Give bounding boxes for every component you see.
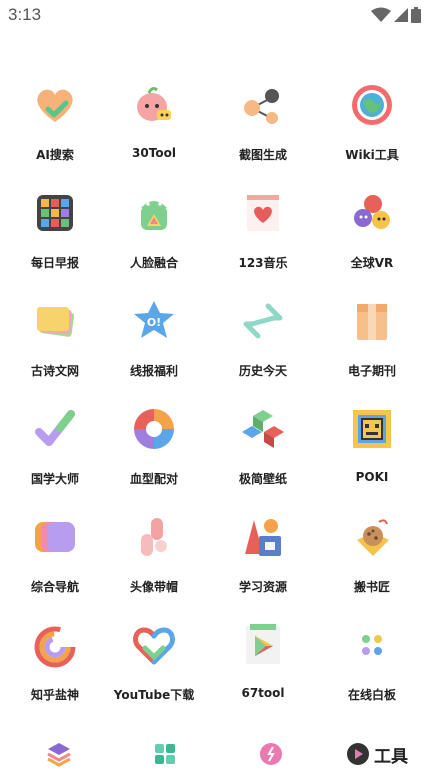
tool-label: 血型配对	[129, 472, 178, 486]
game-face-icon	[349, 406, 395, 452]
pink-blocks-icon	[131, 514, 177, 560]
tool-label: POKI	[355, 470, 389, 484]
status-time: 3:13	[8, 5, 42, 24]
tool-learning[interactable]: 学习资源	[208, 504, 318, 612]
puzzle-icon	[155, 744, 175, 764]
heart-check-icon	[32, 82, 78, 128]
tool-wallpaper[interactable]: 极简壁纸	[208, 396, 318, 504]
android-robot-icon	[131, 190, 177, 236]
play-store-icon	[240, 622, 286, 668]
tool-deals[interactable]: O! 线报福利	[99, 288, 209, 396]
tool-daily-news[interactable]: 每日早报	[0, 180, 110, 288]
tool-label: 67tool	[241, 686, 285, 700]
wifi-icon	[371, 7, 391, 22]
tool-label: 学习资源	[238, 580, 287, 594]
tool-label: 搬书匠	[353, 580, 390, 594]
tool-label: YouTube下载	[113, 688, 195, 702]
heart-card-icon	[240, 190, 286, 236]
gradient-cards-icon	[32, 514, 78, 560]
tool-label: 极简壁纸	[238, 472, 287, 486]
tool-label: 每日早报	[30, 256, 79, 270]
tool-face-merge[interactable]: 人脸融合	[99, 180, 209, 288]
tool-blood-match[interactable]: 血型配对	[99, 396, 209, 504]
tool-youtube-download[interactable]: YouTube下载	[99, 612, 209, 720]
tool-history-today[interactable]: 历史今天	[208, 288, 318, 396]
tool-label: 在线白板	[347, 688, 396, 702]
cute-balls-icon	[349, 190, 395, 236]
tool-label: 30Tool	[132, 146, 176, 160]
checkmark-icon	[32, 406, 78, 452]
tool-screenshot[interactable]: 截图生成	[208, 72, 318, 180]
tool-wiki[interactable]: Wiki工具	[317, 72, 427, 180]
rubik-cube-icon	[32, 190, 78, 236]
nav-tab-compass[interactable]	[216, 728, 326, 780]
layers-icon	[47, 743, 71, 767]
tool-sinology[interactable]: 国学大师	[0, 396, 110, 504]
tool-label: 古诗文网	[30, 364, 79, 378]
tool-label: Wiki工具	[345, 148, 399, 162]
tool-label: 全球VR	[350, 256, 394, 270]
tool-67tool[interactable]: 67tool	[208, 612, 318, 720]
tool-label: 头像带帽	[129, 580, 178, 594]
bottom-nav: 工具	[0, 728, 439, 780]
tool-label: AI搜索	[36, 148, 74, 162]
status-bar: 3:13	[0, 0, 439, 32]
star-badge-icon: O!	[131, 298, 177, 344]
package-box-icon	[349, 298, 395, 344]
tool-label: 知乎盐神	[30, 688, 79, 702]
tool-ejournal[interactable]: 电子期刊	[317, 288, 427, 396]
share-nodes-icon	[240, 82, 286, 128]
tool-label: 人脸融合	[129, 256, 178, 270]
tool-label: 综合导航	[30, 580, 79, 594]
tool-whiteboard[interactable]: 在线白板	[317, 612, 427, 720]
tool-123-music[interactable]: 123音乐	[208, 180, 318, 288]
rainbow-swirl-icon	[32, 622, 78, 668]
tool-ai-search[interactable]: AI搜索	[0, 72, 110, 180]
tool-label: 123音乐	[238, 256, 288, 270]
svg-text:O!: O!	[147, 316, 161, 329]
tool-label: 截图生成	[238, 148, 287, 162]
compass-icon	[260, 743, 282, 765]
stacked-cards-icon	[32, 298, 78, 344]
color-ring-icon	[131, 406, 177, 452]
tools-icon	[347, 743, 369, 765]
tool-30tool[interactable]: 30Tool	[99, 72, 209, 180]
cubes-icon	[240, 406, 286, 452]
tool-label: 电子期刊	[347, 364, 396, 378]
rainbow-heart-icon	[131, 622, 177, 668]
signal-icon	[394, 8, 408, 22]
globe-icon	[349, 82, 395, 128]
tool-label: 线报福利	[129, 364, 178, 378]
nav-tab-label: 工具	[374, 746, 408, 767]
status-icons	[371, 7, 421, 23]
dots-icon	[349, 622, 395, 668]
link-arrows-icon	[240, 298, 286, 344]
shapes-icon	[240, 514, 286, 560]
tool-avatar-hat[interactable]: 头像带帽	[99, 504, 209, 612]
peach-mascot-icon	[131, 82, 177, 128]
nav-tab-puzzle[interactable]	[110, 728, 220, 780]
tool-book-mover[interactable]: 搬书匠	[317, 504, 427, 612]
tool-poetry[interactable]: 古诗文网	[0, 288, 110, 396]
tool-zhihu[interactable]: 知乎盐神	[0, 612, 110, 720]
tool-navigation[interactable]: 综合导航	[0, 504, 110, 612]
cookie-icon	[349, 514, 395, 560]
nav-tab-tools[interactable]: 工具	[322, 728, 432, 780]
tool-global-vr[interactable]: 全球VR	[317, 180, 427, 288]
tool-poki[interactable]: POKI	[317, 396, 427, 504]
tool-label: 国学大师	[30, 472, 79, 486]
nav-tab-layers[interactable]	[4, 728, 114, 780]
battery-icon	[411, 7, 421, 23]
tool-label: 历史今天	[238, 364, 287, 378]
